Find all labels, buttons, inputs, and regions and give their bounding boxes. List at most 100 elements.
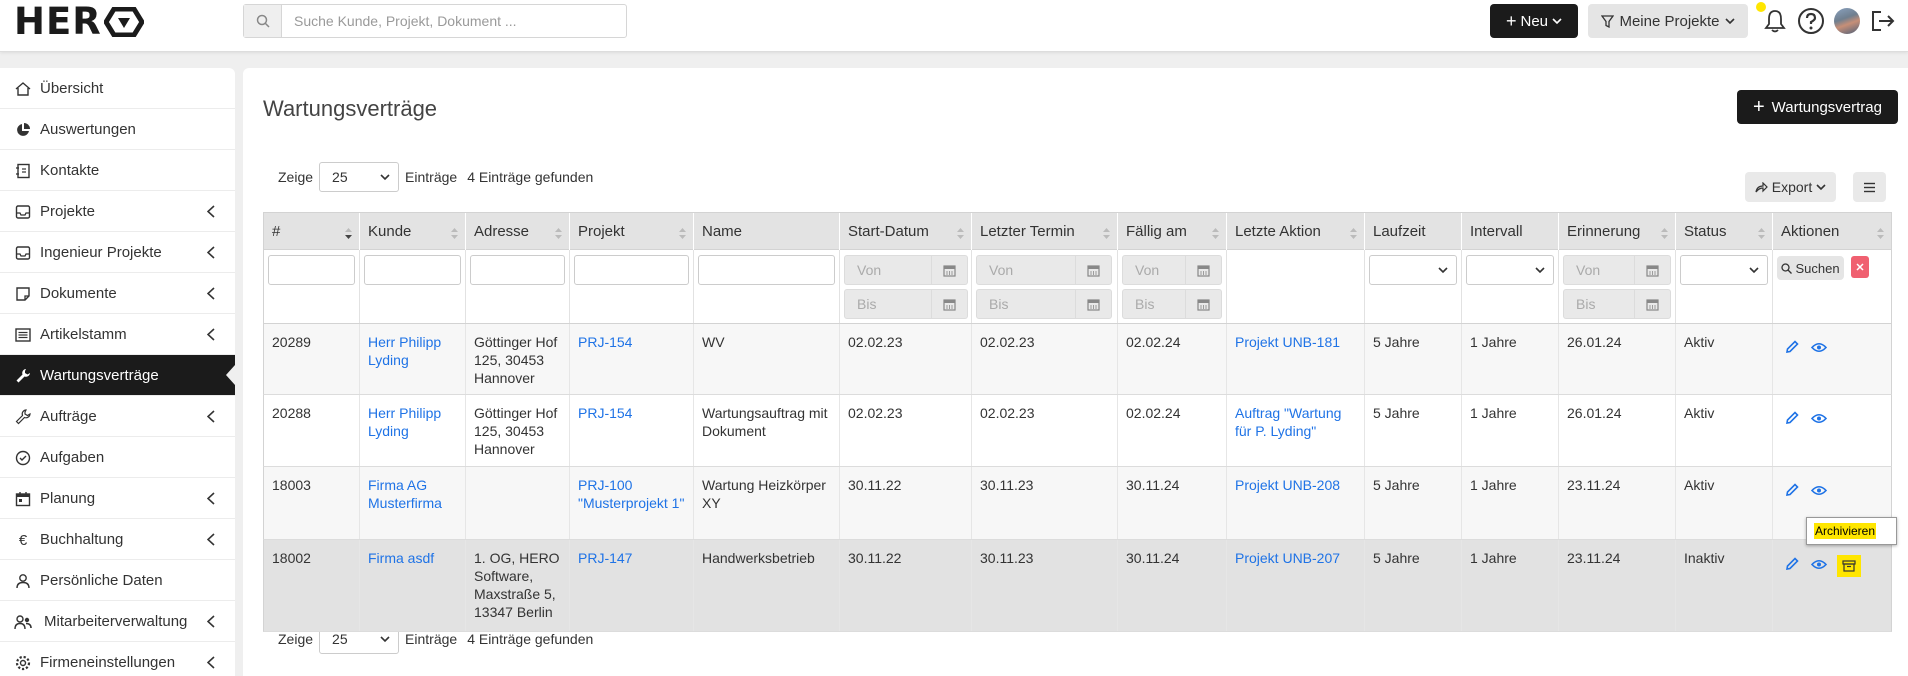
calendar-icon[interactable] [1075,256,1111,284]
calendar-icon [14,490,32,508]
projekt-link[interactable]: PRJ-147 [578,550,632,566]
sidebar-item-ingenieur-projekte[interactable]: Ingenieur Projekte [0,232,235,273]
calendar-icon[interactable] [1634,290,1670,318]
view-icon[interactable] [1811,413,1827,424]
table-row[interactable]: 18003 Firma AG Musterfirma PRJ-100 "Must… [263,467,1892,540]
cell-erinnerung: 23.11.24 [1559,540,1676,631]
column-header-faellig-am[interactable]: Fällig am [1118,213,1227,250]
avatar[interactable] [1834,8,1860,34]
sidebar-item-artikelstamm[interactable]: Artikelstamm [0,314,235,355]
edit-icon[interactable] [1785,411,1799,425]
cell-intervall: 1 Jahre [1462,467,1559,539]
column-header-erinnerung[interactable]: Erinnerung [1559,213,1676,250]
calendar-icon[interactable] [1075,290,1111,318]
column-header-id[interactable]: # [264,213,360,250]
filter-start-bis[interactable]: Bis [844,289,968,319]
column-header-name[interactable]: Name [694,213,840,250]
filter-termin-bis[interactable]: Bis [976,289,1112,319]
table-row[interactable]: 18002 Firma asdf 1. OG, HERO Software, M… [263,540,1892,632]
page-length-select[interactable]: 25 [319,162,400,192]
sidebar-item-persoenliche-daten[interactable]: Persönliche Daten [0,560,235,601]
calendar-icon[interactable] [1185,256,1221,284]
column-header-letzter-termin[interactable]: Letzter Termin [972,213,1118,250]
add-wartungsvertrag-button[interactable]: + Wartungsvertrag [1737,90,1898,124]
letzte-aktion-link[interactable]: Projekt UNB-207 [1235,550,1340,566]
export-button[interactable]: Export [1745,172,1836,202]
sidebar-item-buchhaltung[interactable]: € Buchhaltung [0,519,235,560]
column-header-status[interactable]: Status [1676,213,1773,250]
kunde-link[interactable]: Herr Philipp Lyding [368,405,441,439]
logo-text: HER [14,0,102,43]
column-header-laufzeit[interactable]: Laufzeit [1365,213,1462,250]
cell-erinnerung: 23.11.24 [1559,467,1676,539]
sidebar-item-auswertungen[interactable]: Auswertungen [0,109,235,150]
length-label-pre: Zeige [278,631,314,647]
kunde-link[interactable]: Firma asdf [368,550,434,566]
filter-status-select[interactable] [1680,255,1768,285]
sidebar-item-label: Aufträge [40,408,97,425]
archive-button[interactable] [1837,555,1861,577]
search-input[interactable] [282,5,626,37]
edit-icon[interactable] [1785,483,1799,497]
view-icon[interactable] [1811,342,1827,353]
filter-projekt-input[interactable] [574,255,689,285]
table-row[interactable]: 20288 Herr Philipp Lyding Göttinger Hof … [263,395,1892,467]
view-icon[interactable] [1811,485,1827,496]
sidebar-item-planung[interactable]: Planung [0,478,235,519]
filter-search-button[interactable]: Suchen [1777,256,1844,280]
calendar-icon[interactable] [931,256,967,284]
filter-id-input[interactable] [268,255,355,285]
column-header-start-datum[interactable]: Start-Datum [840,213,972,250]
my-projects-filter-button[interactable]: Meine Projekte [1588,4,1748,38]
filter-clear-button[interactable] [1851,256,1869,278]
letzte-aktion-link[interactable]: Projekt UNB-181 [1235,334,1340,350]
kunde-link[interactable]: Herr Philipp Lyding [368,334,441,368]
column-header-intervall[interactable]: Intervall [1462,213,1559,250]
filter-termin-von[interactable]: Von [976,255,1112,285]
sidebar-item-dokumente[interactable]: Dokumente [0,273,235,314]
view-icon[interactable] [1811,559,1827,570]
filter-intervall-select[interactable] [1466,255,1554,285]
bell-icon[interactable] [1760,6,1790,36]
projekt-link[interactable]: PRJ-100 "Musterprojekt 1" [578,477,684,511]
filter-start-von[interactable]: Von [844,255,968,285]
filter-erinnerung-bis[interactable]: Bis [1563,289,1671,319]
column-header-projekt[interactable]: Projekt [570,213,694,250]
letzte-aktion-link[interactable]: Projekt UNB-208 [1235,477,1340,493]
kunde-link[interactable]: Firma AG Musterfirma [368,477,442,511]
calendar-icon[interactable] [1634,256,1670,284]
filter-name-input[interactable] [698,255,835,285]
column-header-aktionen[interactable]: Aktionen [1773,213,1891,250]
sidebar-item-kontakte[interactable]: Kontakte [0,150,235,191]
sidebar-item-firmeneinstellungen[interactable]: Firmeneinstellungen [0,642,235,676]
calendar-icon[interactable] [1185,290,1221,318]
sidebar-item-auftraege[interactable]: Aufträge [0,396,235,437]
column-header-kunde[interactable]: Kunde [360,213,466,250]
sidebar-item-projekte[interactable]: Projekte [0,191,235,232]
filter-kunde-input[interactable] [364,255,461,285]
filter-laufzeit-select[interactable] [1369,255,1457,285]
edit-icon[interactable] [1785,340,1799,354]
search-icon[interactable] [244,5,282,37]
logout-icon[interactable] [1868,6,1898,36]
column-header-adresse[interactable]: Adresse [466,213,570,250]
calendar-icon[interactable] [931,290,967,318]
table-row[interactable]: 20289 Herr Philipp Lyding Göttinger Hof … [263,324,1892,395]
filter-adresse-input[interactable] [470,255,565,285]
projekt-link[interactable]: PRJ-154 [578,405,632,421]
help-icon[interactable] [1796,6,1826,36]
filter-faellig-bis[interactable]: Bis [1122,289,1222,319]
filter-faellig-von[interactable]: Von [1122,255,1222,285]
sidebar-item-aufgaben[interactable]: Aufgaben [0,437,235,478]
sidebar-item-mitarbeiterverwaltung[interactable]: Mitarbeiterverwaltung [0,601,235,642]
sidebar-item-uebersicht[interactable]: Übersicht [0,68,235,109]
letzte-aktion-link[interactable]: Auftrag "Wartung für P. Lyding" [1235,405,1341,439]
hero-logo[interactable]: HER [14,0,144,43]
filter-erinnerung-von[interactable]: Von [1563,255,1671,285]
column-header-letzte-aktion[interactable]: Letzte Aktion [1227,213,1365,250]
new-button[interactable]: + Neu [1490,4,1578,38]
sidebar-item-wartungsvertraege[interactable]: Wartungsverträge [0,355,235,396]
column-menu-button[interactable] [1853,172,1886,202]
edit-icon[interactable] [1785,557,1799,571]
projekt-link[interactable]: PRJ-154 [578,334,632,350]
